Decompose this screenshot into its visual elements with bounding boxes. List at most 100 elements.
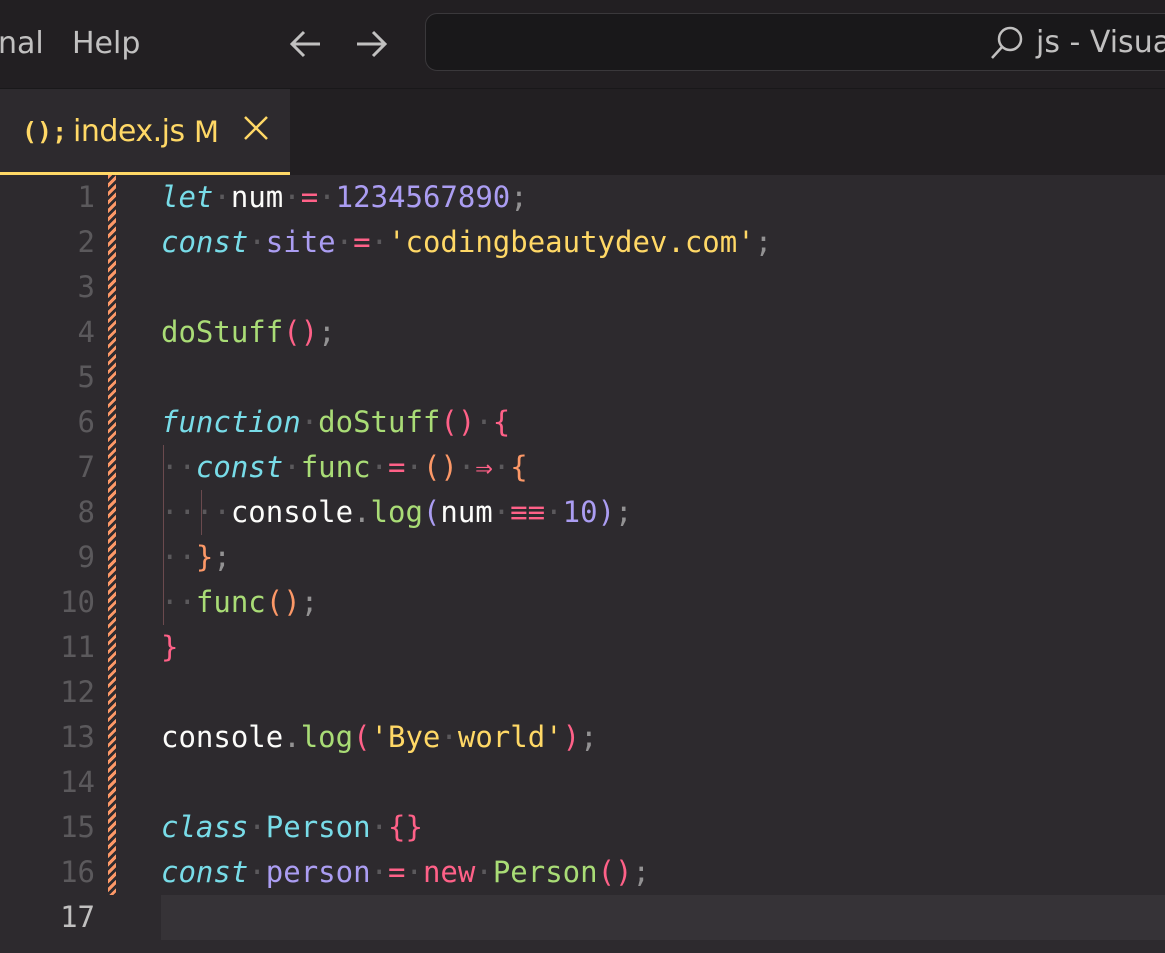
tab-bar: (); index.js M [0,89,1165,175]
code-token: ; [213,540,231,574]
code-token: · [248,855,266,889]
code-token: () [283,315,319,349]
code-token: {} [388,810,423,844]
code-token: 10 [562,495,598,529]
code-token: } [161,630,179,664]
code-token: · [370,225,389,259]
code-text: function·doStuff()·{ [161,400,510,445]
code-token: ; [580,720,598,754]
code-line[interactable]: 10 ··func(); [0,580,1165,625]
line-number: 4 [77,315,95,349]
command-center-search[interactable]: js - Visual [425,13,1165,71]
code-line[interactable]: 2 const·site·=·'codingbeautydev.com'; [0,220,1165,265]
code-text: ··}; [161,535,231,580]
code-token: { [492,405,511,439]
code-line[interactable]: 6 function·doStuff()·{ [0,400,1165,445]
code-line[interactable]: 15 class·Person·{} [0,805,1165,850]
tab-index-js[interactable]: (); index.js M [0,89,290,175]
code-line[interactable]: 3 [0,265,1165,310]
line-number: 7 [77,450,95,484]
back-arrow-icon[interactable] [284,22,328,66]
forward-arrow-icon[interactable] [349,22,393,66]
line-number: 12 [60,675,95,709]
code-line[interactable]: 14 [0,760,1165,805]
line-number: 11 [60,630,95,664]
code-token: () [597,855,633,889]
code-line[interactable]: 7 ··const·func·=·()·⇒·{ [0,445,1165,490]
line-number: 13 [60,720,95,754]
code-token: · [405,450,423,484]
code-token: world' [457,720,563,754]
code-token: func [195,585,266,619]
code-token: = [388,450,406,484]
code-token: console [230,495,354,529]
code-token: · [213,180,231,214]
close-icon[interactable] [241,113,271,143]
code-line[interactable]: 17 [0,895,1165,940]
code-token: const [195,450,284,484]
line-number: 14 [60,765,95,799]
code-token: · [300,405,319,439]
search-icon [991,26,1023,59]
code-token: 'codingbeautydev.com' [388,225,755,259]
code-token: = [388,855,406,889]
code-line[interactable]: 8 ····console.log(num·≡≡·10); [0,490,1165,535]
code-token: · [248,810,266,844]
code-token: ( [422,495,441,529]
javascript-file-icon: (); [22,117,68,146]
code-token: new [422,855,476,889]
code-token: ·· [161,585,196,619]
code-token: · [492,450,511,484]
code-token: const [161,225,249,259]
line-number: 9 [77,540,95,574]
code-token: function [161,405,301,439]
code-token: ·· [161,450,196,484]
code-text: ··const·func·=·()·⇒·{ [161,445,528,490]
code-token: num [230,180,284,214]
code-token: · [492,495,511,529]
code-token: doStuff [161,315,284,349]
code-line[interactable]: 4 doStuff(); [0,310,1165,355]
code-token: · [475,405,493,439]
code-token: · [283,450,301,484]
code-token: ; [318,315,336,349]
code-token: { [510,450,528,484]
code-token: = [300,180,319,214]
code-token: · [335,225,354,259]
code-line[interactable]: 5 [0,355,1165,400]
code-token: · [545,495,563,529]
code-text: ····console.log(num·≡≡·10); [161,490,633,535]
line-number: 5 [77,360,95,394]
code-token: ; [615,495,633,529]
code-token: . [283,720,301,754]
code-token: · [370,810,389,844]
code-text: } [161,625,178,670]
code-text: const·person·=·new·Person(); [161,850,650,895]
code-token: () [440,405,476,439]
code-line[interactable]: 11} [0,625,1165,670]
code-token: doStuff [318,405,441,439]
code-text: class·Person·{} [161,805,423,850]
code-editor[interactable]: 1 let·num·=·1234567890; 2 const·site·=·'cod… [0,175,1165,953]
code-token: · [370,450,389,484]
code-token: ; [300,585,319,619]
code-token: ) [562,720,581,754]
menu-item-terminal[interactable]: nal [0,24,44,64]
code-token: · [318,180,336,214]
code-token: ) [597,495,616,529]
code-line[interactable]: 13 console.log('Bye·world'); [0,715,1165,760]
code-line[interactable]: 9 ··}; [0,535,1165,580]
code-token: · [440,720,458,754]
code-line[interactable]: 16 const·person·=·new·Person(); [0,850,1165,895]
menu-item-help[interactable]: Help [72,24,140,64]
code-token: let [161,180,214,214]
code-line[interactable]: 1 let·num·=·1234567890; [0,175,1165,220]
code-line[interactable]: 12 [0,670,1165,715]
line-number: 3 [77,270,95,304]
window-title: js - Visual [1036,25,1165,60]
code-token: · [457,450,476,484]
code-token: ···· [161,495,231,529]
tab-filename: index.js [73,114,185,149]
title-bar: nal Help js - Visual [0,0,1165,89]
line-number: 16 [60,855,95,889]
